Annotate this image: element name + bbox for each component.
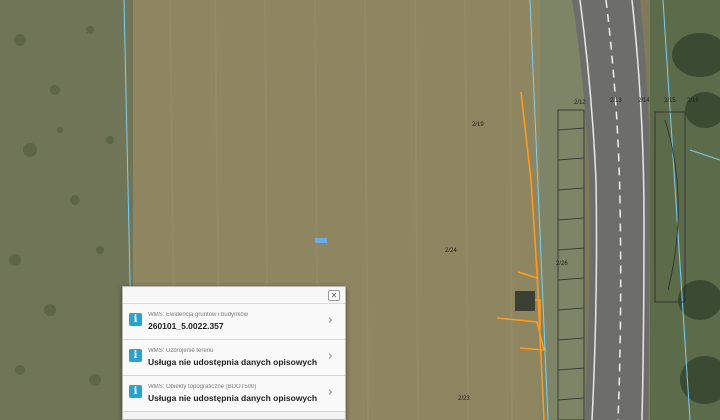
result-row-bdot500[interactable]: i WMS: Obiekty topograficzne (BDOT500) U… bbox=[123, 376, 345, 412]
info-icon: i bbox=[129, 349, 142, 362]
row-value: Usługa nie udostępnia danych opisowych .… bbox=[148, 393, 318, 403]
chevron-right-icon[interactable]: › bbox=[328, 313, 333, 329]
info-icon: i bbox=[129, 385, 142, 398]
parcel-label: 2/26 bbox=[556, 261, 568, 267]
grass-area bbox=[0, 0, 135, 420]
row-source-label: WMS: Uzbrojenie terenu bbox=[148, 348, 214, 354]
location-marker[interactable] bbox=[315, 238, 327, 243]
map-canvas[interactable]: 2/19 2/24 2/26 2/23 2/12 2/13 2/14 2/15 … bbox=[0, 0, 720, 420]
chevron-right-icon[interactable]: › bbox=[328, 349, 333, 365]
small-building bbox=[515, 291, 535, 311]
parcel-label: 2/19 bbox=[472, 122, 484, 128]
row-value: 260101_5.0022.357 bbox=[148, 321, 224, 331]
chevron-right-icon[interactable]: › bbox=[328, 385, 333, 401]
info-icon: i bbox=[129, 313, 142, 326]
road-label: 2/14 bbox=[638, 98, 650, 104]
road-label: 2/15 bbox=[664, 98, 676, 104]
road-label: 2/12 bbox=[574, 100, 586, 106]
road-label: 2/13 bbox=[610, 98, 622, 104]
row-source-label: WMS: Obiekty topograficzne (BDOT500) bbox=[148, 384, 257, 390]
close-icon[interactable]: ✕ bbox=[328, 290, 340, 301]
parcel-label: 2/24 bbox=[445, 248, 457, 254]
road-label: 2/16 bbox=[687, 98, 699, 104]
result-row-utilities[interactable]: i WMS: Uzbrojenie terenu Usługa nie udos… bbox=[123, 340, 345, 376]
parcel-label: 2/23 bbox=[458, 396, 470, 402]
result-row-egib[interactable]: i WMS: Ewidencja gruntów i budynków 2601… bbox=[123, 304, 345, 340]
row-value: Usługa nie udostępnia danych opisowych .… bbox=[148, 357, 318, 367]
feature-info-panel: ✕ i WMS: Ewidencja gruntów i budynków 26… bbox=[122, 286, 346, 420]
roadside-strip bbox=[540, 0, 585, 420]
row-source-label: WMS: Ewidencja gruntów i budynków bbox=[148, 312, 249, 318]
panel-header: ✕ bbox=[123, 287, 345, 304]
